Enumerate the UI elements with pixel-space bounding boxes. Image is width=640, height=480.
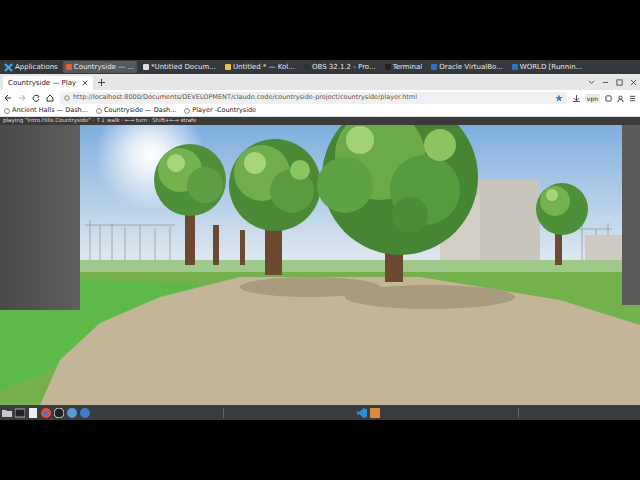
window-title[interactable]: Untitled * — Kol... [233,62,295,73]
tree [536,183,588,265]
url-field[interactable]: http://localhost:8000/Documents/DEVELOPM… [60,92,567,104]
bookmark-star-icon[interactable] [555,94,563,102]
window-title[interactable]: *Untitled Docum... [151,62,216,73]
menu-icon[interactable] [629,95,636,102]
globe-icon [184,108,190,114]
window-icon [512,64,518,70]
url-text[interactable]: http://localhost:8000/Documents/DEVELOPM… [73,93,417,103]
vscode-icon[interactable] [357,408,367,418]
globe-icon [4,108,10,114]
taskbar-window[interactable]: Countryside — ... [63,61,137,73]
window-title[interactable]: Oracle VirtualBo... [439,62,503,73]
taskbar-window[interactable]: OBS 32.1.2 - Pro... [301,61,379,73]
bookmark-label[interactable]: Countryside — Dash... [104,106,176,116]
globe-icon [96,108,102,114]
obs-icon[interactable] [54,408,64,418]
window-icon [431,64,437,70]
close-tab-icon[interactable] [82,80,88,86]
applications-menu[interactable]: Applications [2,62,60,73]
bookmark[interactable]: Ancient Halls — Dash... [4,106,88,116]
vpn-badge[interactable]: vpn [585,94,600,103]
scene-icon [0,125,640,405]
top-panel: Applications Countryside — ... *Untitled … [0,60,640,74]
extensions-icon[interactable] [605,95,612,102]
new-tab-icon[interactable] [98,79,105,86]
window-icon [304,64,310,70]
hud-text: playing "Intro.Hills.Countryside" · ↑↓ w… [3,118,196,124]
window-icon [385,64,391,70]
taskbar-window[interactable]: Terminal [382,61,426,73]
tree [229,139,321,275]
page-info-icon[interactable] [64,95,70,101]
tree [154,144,245,265]
window-title[interactable]: Terminal [393,62,423,73]
app-icon[interactable] [370,408,380,418]
taskbar-window[interactable]: WORLD [Runnin... [509,61,585,73]
window-icon [143,64,149,70]
bookmark[interactable]: Player -Countryside [184,106,256,116]
tab-label[interactable]: Countryside — Play [8,78,76,89]
browser-icon[interactable] [41,408,51,418]
window-title[interactable]: WORLD [Runnin... [520,62,582,73]
menu-label[interactable]: Applications [15,62,58,73]
taskbar-window[interactable]: *Untitled Docum... [140,61,219,73]
folder-icon[interactable] [2,408,12,418]
maximize-icon[interactable] [616,79,623,86]
tree [317,125,478,282]
window-icon [66,64,72,70]
tab-bar: Countryside — Play [0,74,640,90]
xfce-icon [4,63,13,72]
app-icon[interactable] [67,408,77,418]
forward-icon[interactable] [18,94,26,102]
bookmark[interactable]: Countryside — Dash... [96,106,176,116]
bottom-panel [0,405,640,420]
window-icon [225,64,231,70]
app-icon[interactable] [80,408,90,418]
list-tabs-icon[interactable] [588,79,595,86]
taskbar-window[interactable]: Oracle VirtualBo... [428,61,506,73]
back-icon[interactable] [4,94,12,102]
close-window-icon[interactable] [630,79,637,86]
account-icon[interactable] [617,95,624,102]
window-title[interactable]: Countryside — ... [74,62,134,73]
taskbar-window[interactable]: Untitled * — Kol... [222,61,298,73]
game-canvas[interactable] [0,125,640,405]
browser-tab[interactable]: Countryside — Play [3,76,93,90]
nav-bar: http://localhost:8000/Documents/DEVELOPM… [0,90,640,106]
home-icon[interactable] [46,94,54,102]
terminal-icon[interactable] [15,408,25,418]
reload-icon[interactable] [32,94,40,102]
minimize-icon[interactable] [602,79,609,86]
download-icon[interactable] [573,95,580,102]
editor-icon[interactable] [28,408,38,418]
bookmark-label[interactable]: Player -Countryside [192,106,256,116]
bookmarks-bar: Ancient Halls — Dash... Countryside — Das… [0,106,640,117]
bookmark-label[interactable]: Ancient Halls — Dash... [12,106,88,116]
window-title[interactable]: OBS 32.1.2 - Pro... [312,62,376,73]
hud-bar: playing "Intro.Hills.Countryside" · ↑↓ w… [0,117,640,125]
